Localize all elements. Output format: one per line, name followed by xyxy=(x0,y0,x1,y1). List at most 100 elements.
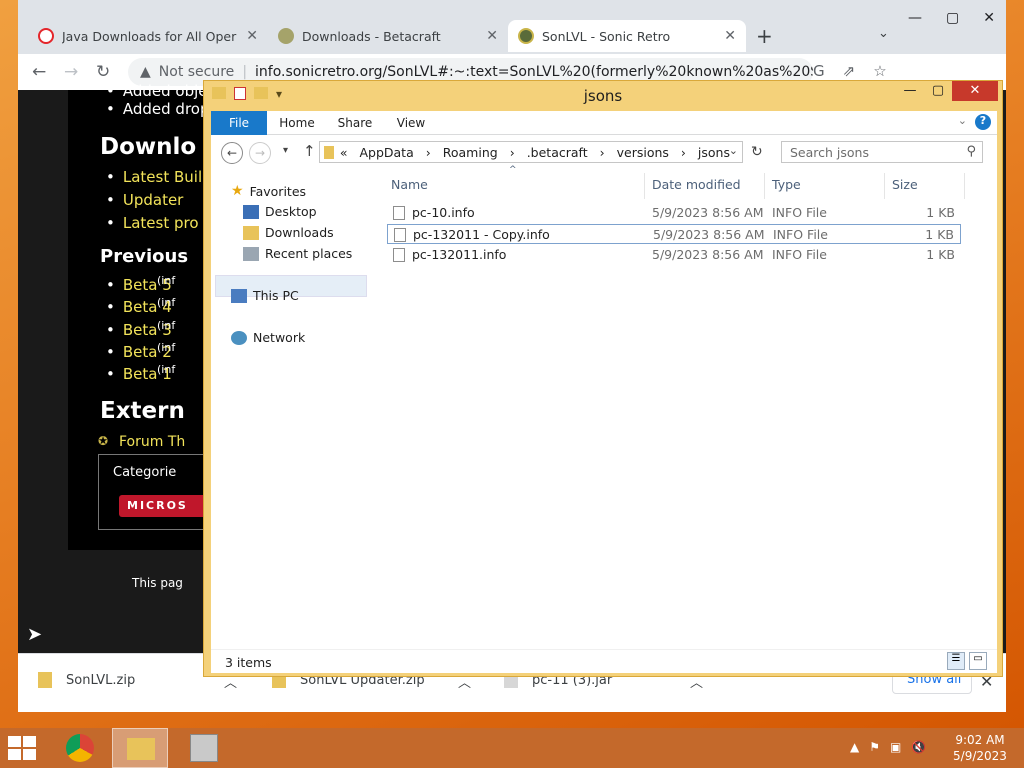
file-date: 5/9/2023 8:56 AM xyxy=(653,227,765,242)
file-row[interactable]: pc-10.info 5/9/2023 8:56 AM INFO File 1 … xyxy=(387,203,961,223)
clock[interactable]: 9:02 AM 5/9/2023 xyxy=(950,732,1010,764)
search-icon: ⚲ xyxy=(966,144,976,159)
link-updater[interactable]: Updater xyxy=(106,191,184,209)
forward-arrow-icon[interactable]: → xyxy=(249,142,271,164)
file-name: pc-132011.info xyxy=(412,247,507,262)
footer-text: This pag xyxy=(132,576,183,590)
tab-share[interactable]: Share xyxy=(333,111,377,135)
breadcrumb-versions[interactable]: versions xyxy=(617,145,669,160)
expand-ribbon-chevron-icon[interactable]: ⌄ xyxy=(958,114,967,130)
breadcrumb-appdata[interactable]: AppData xyxy=(359,145,413,160)
breadcrumb-overflow[interactable]: « xyxy=(340,145,348,160)
tab-betacraft[interactable]: Downloads - Betacraft ✕ xyxy=(268,20,508,52)
minimize-icon[interactable]: — xyxy=(896,81,924,101)
info-superscript[interactable]: (inf xyxy=(157,363,175,376)
taskbar-file-explorer[interactable] xyxy=(112,728,168,768)
column-name[interactable]: Name xyxy=(391,177,428,192)
tab-java-downloads[interactable]: Java Downloads for All Operating ✕ xyxy=(28,20,268,52)
minimize-icon[interactable]: — xyxy=(908,10,922,26)
status-bar: 3 items ☰ ▭ xyxy=(211,649,997,673)
tab-search-chevron-icon[interactable]: ⌄ xyxy=(878,26,889,41)
maximize-icon[interactable]: ▢ xyxy=(924,81,952,101)
nav-label: Desktop xyxy=(265,204,317,219)
maximize-icon[interactable]: ▢ xyxy=(946,10,959,26)
tab-sonlvl[interactable]: SonLVL - Sonic Retro ✕ xyxy=(508,20,746,52)
new-tab-button[interactable]: + xyxy=(756,24,773,48)
desktop-icon xyxy=(243,204,259,219)
large-icons-view-icon[interactable]: ▭ xyxy=(969,652,987,670)
google-lens-icon[interactable]: G xyxy=(813,62,825,80)
nav-desktop[interactable]: Desktop xyxy=(243,204,317,219)
close-icon[interactable]: ✕ xyxy=(983,10,995,26)
tab-home[interactable]: Home xyxy=(275,111,319,135)
nav-network[interactable]: Network xyxy=(231,330,305,345)
forward-arrow-icon[interactable]: → xyxy=(64,62,78,82)
download-item[interactable]: SonLVL.zip xyxy=(38,672,135,688)
heading-external: Extern xyxy=(100,398,185,424)
explorer-body: ★ Favorites Desktop Downloads Recent pla… xyxy=(211,165,997,649)
column-divider[interactable] xyxy=(764,173,765,199)
file-date: 5/9/2023 8:56 AM xyxy=(652,247,764,262)
back-arrow-icon[interactable]: ← xyxy=(32,62,46,82)
system-tray: ▲ ⚑ ▣ 🔇 xyxy=(850,740,926,754)
column-divider[interactable] xyxy=(644,173,645,199)
info-superscript[interactable]: (inf xyxy=(157,341,175,354)
taskbar-app[interactable] xyxy=(176,728,232,768)
details-view-icon[interactable]: ☰ xyxy=(947,652,965,670)
taskbar-chrome[interactable] xyxy=(52,728,108,768)
info-superscript[interactable]: (inf xyxy=(157,319,175,332)
refresh-icon[interactable]: ↻ xyxy=(751,144,763,160)
info-superscript[interactable]: (inf xyxy=(157,296,175,309)
breadcrumb-roaming[interactable]: Roaming xyxy=(443,145,498,160)
link-latest-pro[interactable]: Latest pro xyxy=(106,214,199,232)
file-size: 1 KB xyxy=(925,227,954,242)
column-date-modified[interactable]: Date modified xyxy=(652,177,741,192)
tab-close-icon[interactable]: ✕ xyxy=(486,28,498,44)
up-arrow-icon[interactable]: ↑ xyxy=(303,142,316,160)
tab-file[interactable]: File xyxy=(211,111,267,135)
start-windows-icon[interactable] xyxy=(8,736,38,760)
close-icon[interactable]: ✕ xyxy=(952,81,998,101)
help-icon[interactable]: ? xyxy=(975,114,991,130)
category-badge[interactable]: MICROS xyxy=(119,495,209,517)
recent-locations-dropdown-icon[interactable]: ▾ xyxy=(283,145,288,156)
bookmark-star-icon[interactable]: ☆ xyxy=(873,62,886,80)
nav-downloads[interactable]: Downloads xyxy=(243,225,334,240)
column-divider[interactable] xyxy=(884,173,885,199)
share-icon[interactable]: ⇗ xyxy=(843,62,856,80)
computer-icon xyxy=(231,288,247,303)
column-size[interactable]: Size xyxy=(892,177,918,192)
nav-favorites[interactable]: ★ Favorites xyxy=(231,183,306,199)
ribbon-tabs: File Home Share View ⌄ ? xyxy=(211,111,997,135)
back-arrow-icon[interactable]: ← xyxy=(221,142,243,164)
tab-view[interactable]: View xyxy=(389,111,433,135)
nav-this-pc[interactable]: This PC xyxy=(231,288,299,303)
reload-icon[interactable]: ↻ xyxy=(96,62,110,82)
categories-label: Categorie xyxy=(113,465,177,480)
file-row-selected[interactable]: pc-132011 - Copy.info 5/9/2023 8:56 AM I… xyxy=(387,224,961,244)
column-type[interactable]: Type xyxy=(772,177,801,192)
address-row: ← → ▾ ↑ « AppData › Roaming › .betacraft… xyxy=(211,135,997,171)
action-center-flag-icon[interactable]: ⚑ xyxy=(869,740,880,754)
breadcrumb-sep: › xyxy=(680,144,686,160)
show-hidden-icons-icon[interactable]: ▲ xyxy=(850,740,859,754)
nav-recent-places[interactable]: Recent places xyxy=(243,246,352,261)
volume-muted-icon[interactable]: 🔇 xyxy=(911,740,926,754)
file-row[interactable]: pc-132011.info 5/9/2023 8:56 AM INFO Fil… xyxy=(387,245,961,265)
tab-close-icon[interactable]: ✕ xyxy=(724,28,736,44)
column-divider[interactable] xyxy=(964,173,965,199)
file-type: INFO File xyxy=(773,227,828,242)
forum-link[interactable]: Forum Th xyxy=(119,434,185,450)
search-input[interactable]: Search jsons ⚲ xyxy=(781,141,983,163)
window-title: jsons xyxy=(583,87,623,105)
breadcrumb-betacraft[interactable]: .betacraft xyxy=(527,145,588,160)
address-dropdown-icon[interactable]: ⌄ xyxy=(729,144,738,157)
explorer-address-bar[interactable]: « AppData › Roaming › .betacraft › versi… xyxy=(319,141,743,163)
file-name: pc-132011 - Copy.info xyxy=(413,227,550,242)
nav-label: Favorites xyxy=(249,183,307,199)
network-tray-icon[interactable]: ▣ xyxy=(890,740,901,754)
breadcrumb-jsons[interactable]: jsons xyxy=(698,145,730,160)
tab-close-icon[interactable]: ✕ xyxy=(246,28,258,44)
info-superscript[interactable]: (inf xyxy=(157,274,175,287)
link-latest-build[interactable]: Latest Buil xyxy=(106,168,202,186)
